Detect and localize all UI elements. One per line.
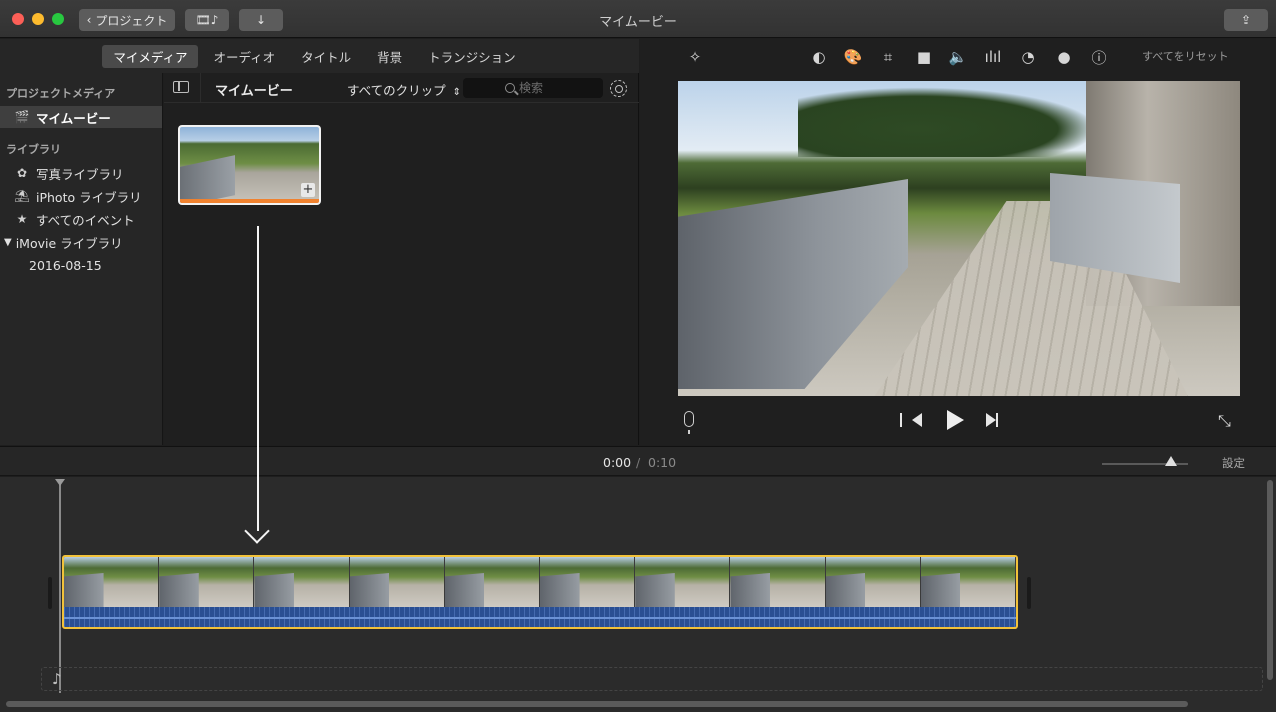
divider — [200, 73, 201, 103]
filmstrip-frame — [730, 557, 826, 607]
clip-thumbnail-image — [180, 155, 235, 203]
sidebar-item-label: iPhoto ライブラリ — [36, 189, 142, 205]
audio-level-line[interactable] — [64, 617, 1016, 619]
library-header: ライブラリ — [6, 143, 61, 156]
skip-forward-icon[interactable] — [986, 413, 998, 427]
clapper-icon: 🎬 — [14, 110, 30, 124]
media-clip-thumbnail[interactable]: + — [178, 125, 321, 205]
play-icon[interactable] — [947, 410, 964, 430]
sidebar-item-label: マイムービー — [36, 110, 111, 126]
reset-all-button[interactable]: すべてをリセット — [1142, 48, 1229, 64]
video-preview — [678, 81, 1240, 396]
tab-my-media[interactable]: マイメディア — [102, 44, 199, 68]
filmstrip-frame — [825, 557, 921, 607]
info-icon[interactable]: ⓘ — [1089, 47, 1109, 67]
filmstrip-frame — [540, 557, 636, 607]
viewer-pane: ✧ ◐ 🎨 ⌗ ■ 🔈 ılıl ◔ ● ⓘ すべてをリセット ⤡ — [640, 39, 1276, 445]
total-timecode: 0:10 — [648, 455, 677, 470]
filmstrip-frame — [444, 557, 541, 607]
speed-icon[interactable]: ◔ — [1018, 47, 1038, 67]
sidebar-item-imovie-library[interactable]: ▼ iMovie ライブラリ — [0, 231, 162, 253]
tab-backgrounds[interactable]: 背景 — [366, 45, 413, 68]
music-note-icon: ♪ — [52, 670, 62, 688]
adjustments-toolbar: ✧ ◐ 🎨 ⌗ ■ 🔈 ılıl ◔ ● ⓘ すべてをリセット — [640, 39, 1276, 73]
iphoto-icon: ⛱ — [14, 189, 30, 203]
browser-title: マイムービー — [215, 84, 293, 99]
project-timeline: ♪ — [0, 477, 1276, 712]
preview-fence-left — [678, 179, 908, 389]
sidebar-item-label: 2016-08-15 — [29, 257, 102, 273]
sidebar-item-label: 写真ライブラリ — [36, 166, 124, 182]
timeline-left-handle[interactable] — [48, 577, 52, 609]
filmstrip-frame — [254, 557, 350, 607]
photos-icon: ✿ — [16, 166, 28, 180]
fullscreen-icon[interactable]: ⤡ — [1218, 411, 1231, 431]
timeline-header: 0:00 / 0:10 設定 — [0, 446, 1276, 476]
tab-transitions[interactable]: トランジション — [417, 45, 527, 68]
libraries-sidebar: プロジェクトメディア 🎬 マイムービー ライブラリ ✿ 写真ライブラリ ⛱ iP… — [0, 73, 163, 445]
tab-titles[interactable]: タイトル — [290, 45, 362, 68]
filmstrip-frame — [159, 557, 255, 607]
clip-used-indicator — [180, 199, 319, 203]
add-clip-button[interactable]: + — [301, 183, 315, 197]
disclosure-triangle-icon[interactable]: ▼ — [4, 237, 12, 248]
vertical-scrollbar[interactable] — [1267, 480, 1273, 680]
title-bar: ‹ プロジェクト 🎞♪ ↓ マイムービー ⇪ — [0, 0, 1276, 38]
horizontal-scrollbar[interactable] — [6, 701, 1188, 707]
filmstrip-frame — [349, 557, 445, 607]
clip-filter-dropdown[interactable]: すべてのクリップ ⇕ — [347, 80, 461, 99]
filmstrip-frame — [64, 557, 160, 607]
playhead[interactable] — [55, 479, 65, 693]
color-balance-icon[interactable]: ◐ — [809, 47, 829, 67]
share-button[interactable]: ⇪ — [1224, 9, 1268, 31]
gear-icon[interactable] — [610, 80, 627, 97]
sidebar-item-photos-library[interactable]: ✿ 写真ライブラリ — [0, 162, 162, 184]
project-media-header: プロジェクトメディア — [6, 87, 116, 100]
sidebar-item-iphoto-library[interactable]: ⛱ iPhoto ライブラリ — [0, 185, 162, 207]
timeline-clip[interactable] — [62, 555, 1018, 629]
search-input[interactable] — [519, 80, 599, 96]
media-browser: マイムービー すべてのクリップ ⇕ + — [164, 73, 639, 445]
color-correction-icon[interactable]: 🎨 — [843, 47, 863, 67]
tab-audio[interactable]: オーディオ — [202, 45, 286, 68]
zoom-slider-thumb[interactable] — [1164, 456, 1177, 466]
preview-trees — [798, 87, 1098, 157]
sidebar-item-label: すべてのイベント — [36, 212, 135, 228]
sidebar-item-all-events[interactable]: ★ すべてのイベント — [0, 208, 162, 230]
star-icon: ★ — [16, 212, 28, 226]
equalizer-icon[interactable]: ılıl — [983, 47, 1003, 67]
timecode-separator: / — [636, 455, 641, 470]
search-field[interactable] — [463, 78, 603, 98]
drag-arrow — [257, 226, 259, 531]
filmstrip-frame — [635, 557, 731, 607]
browser-toolbar: マイムービー すべてのクリップ ⇕ — [164, 73, 639, 103]
skip-back-icon[interactable] — [900, 413, 922, 427]
clip-filter-label: すべてのクリップ — [347, 83, 446, 98]
clip-audio-waveform — [64, 607, 1016, 627]
timeline-right-handle[interactable] — [1027, 577, 1031, 609]
timeline-settings-button[interactable]: 設定 — [1222, 455, 1245, 471]
crop-icon[interactable]: ⌗ — [878, 47, 898, 67]
sidebar-item-label: iMovie ライブラリ — [15, 235, 123, 251]
share-icon: ⇪ — [1240, 13, 1252, 27]
volume-icon[interactable]: 🔈 — [948, 47, 968, 67]
stabilization-icon[interactable]: ■ — [914, 47, 934, 67]
background-music-well[interactable] — [41, 667, 1263, 691]
browser-tabs: マイメディア オーディオ タイトル 背景 トランジション — [0, 39, 639, 73]
playback-controls: ⤡ — [640, 404, 1276, 440]
magic-wand-icon[interactable]: ✧ — [685, 47, 705, 67]
filmstrip-frame — [920, 557, 1016, 607]
timeline-zoom-slider[interactable] — [1102, 456, 1188, 466]
search-icon — [505, 83, 515, 93]
sidebar-toggle-icon[interactable] — [173, 81, 189, 93]
clip-filter-icon[interactable]: ● — [1054, 47, 1074, 67]
sidebar-item-event[interactable]: 2016-08-15 — [0, 254, 162, 276]
window-title: マイムービー — [599, 15, 677, 30]
chevron-updown-icon: ⇕ — [452, 87, 462, 98]
clip-filmstrip — [64, 557, 1016, 607]
current-timecode: 0:00 — [603, 455, 632, 470]
sidebar-item-my-movie[interactable]: 🎬 マイムービー — [0, 106, 162, 128]
microphone-icon[interactable] — [684, 411, 694, 434]
